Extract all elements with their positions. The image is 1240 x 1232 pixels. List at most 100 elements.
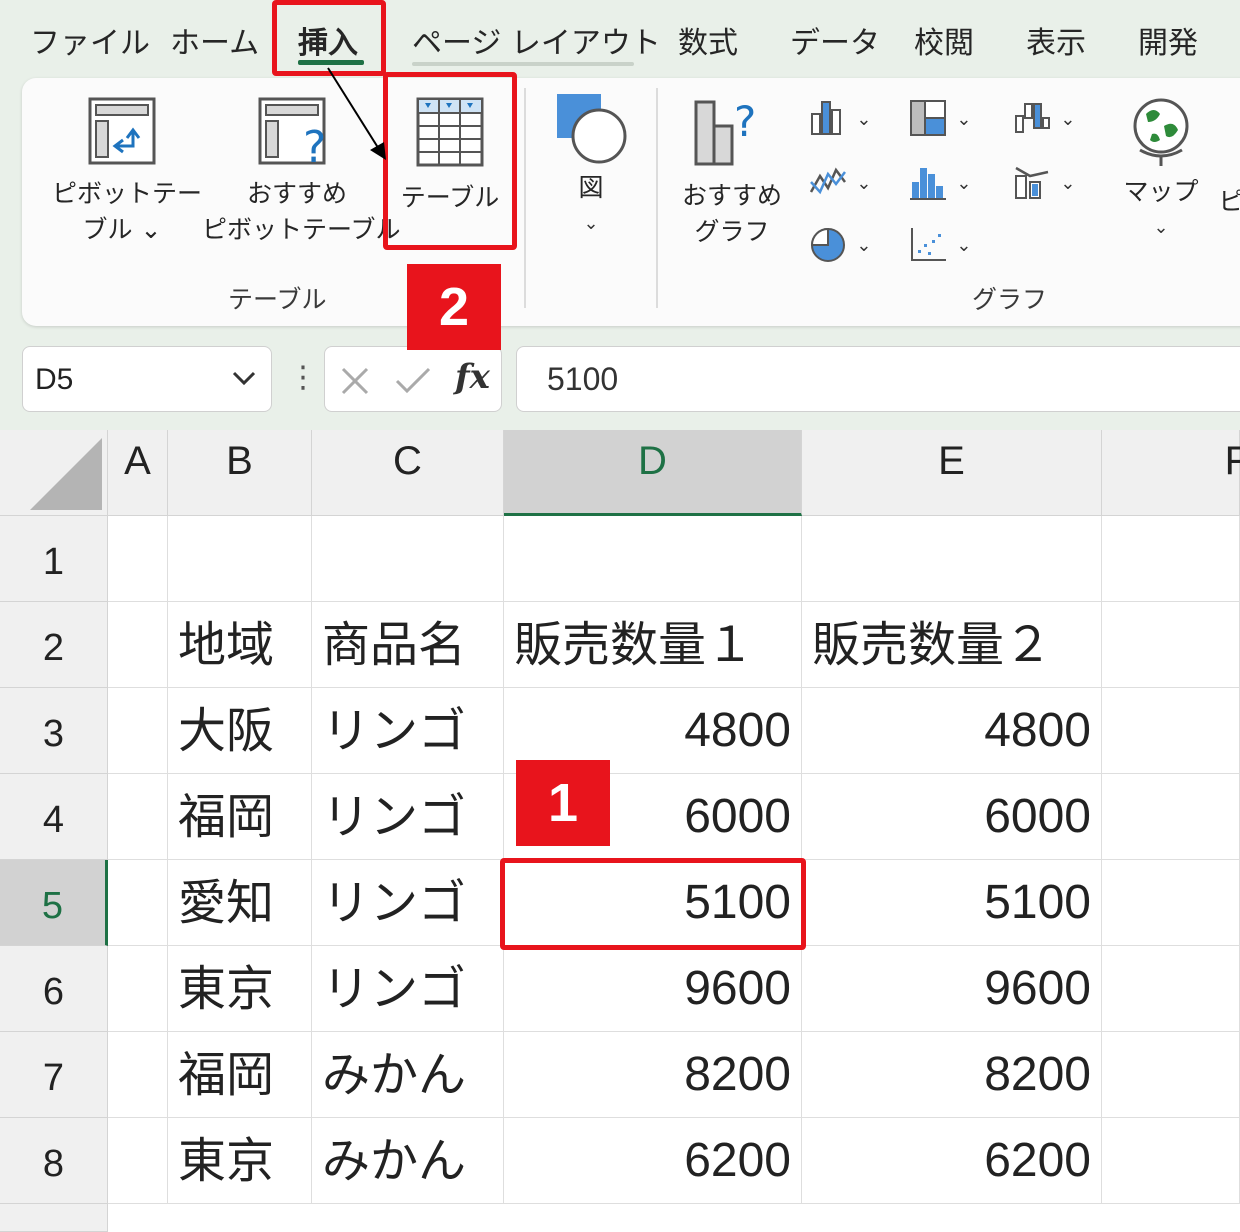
cell[interactable] xyxy=(108,602,168,688)
cell[interactable] xyxy=(108,516,168,602)
column-header-b[interactable]: B xyxy=(168,430,312,516)
tab-developer[interactable]: 開発 xyxy=(1138,18,1198,62)
scatter-chart-icon xyxy=(911,228,947,261)
cell-qty2[interactable]: 4800 xyxy=(802,688,1102,774)
tab-formulas[interactable]: 数式 xyxy=(678,18,738,62)
enter-check-icon[interactable] xyxy=(393,365,433,397)
cell-region[interactable]: 福岡 xyxy=(168,1032,312,1118)
tab-data[interactable]: データ xyxy=(790,18,880,62)
cell[interactable] xyxy=(1102,860,1240,946)
formula-controls: fx xyxy=(324,346,502,412)
formula-input[interactable]: 5100 xyxy=(516,346,1240,412)
cell[interactable] xyxy=(504,516,802,602)
column-header-a[interactable]: A xyxy=(108,430,168,516)
row-header-1[interactable]: 1 xyxy=(0,516,108,602)
cell-region[interactable]: 東京 xyxy=(168,946,312,1032)
combo-chart-button[interactable]: ⌄ xyxy=(1006,162,1082,202)
cell-qty2[interactable]: 6200 xyxy=(802,1118,1102,1204)
pivot-chart-button-cut[interactable]: ピ xyxy=(1216,184,1240,220)
cell-product[interactable]: リンゴ xyxy=(312,860,504,946)
row-header-5[interactable]: 5 xyxy=(0,860,108,946)
chevron-down-icon[interactable] xyxy=(229,363,259,393)
step-2-badge: 2 xyxy=(407,264,501,350)
hierarchy-chart-button[interactable]: ⌄ xyxy=(902,98,978,138)
insert-function-icon[interactable]: fx xyxy=(455,357,490,397)
pie-chart-button[interactable]: ⌄ xyxy=(802,224,878,264)
row-header-8[interactable]: 8 xyxy=(0,1118,108,1204)
pivot-table-label-line1: ピボットテー xyxy=(52,179,203,208)
cell[interactable] xyxy=(1102,946,1240,1032)
cell-region[interactable]: 愛知 xyxy=(168,860,312,946)
select-all-corner[interactable] xyxy=(0,430,108,516)
cell[interactable] xyxy=(108,1118,168,1204)
tab-view[interactable]: 表示 xyxy=(1026,18,1086,62)
cell[interactable] xyxy=(108,860,168,946)
cell[interactable] xyxy=(1102,602,1240,688)
chevron-down-icon: ⌄ xyxy=(1153,217,1169,238)
chevron-down-icon: ⌄ xyxy=(956,235,972,256)
row-header-2[interactable]: 2 xyxy=(0,602,108,688)
waterfall-chart-button[interactable]: ⌄ xyxy=(1006,98,1082,138)
cell[interactable] xyxy=(1102,688,1240,774)
cell-region[interactable]: 大阪 xyxy=(168,688,312,774)
cell[interactable] xyxy=(108,946,168,1032)
cancel-icon[interactable] xyxy=(339,365,371,397)
cell-qty2[interactable]: 9600 xyxy=(802,946,1102,1032)
cell-product[interactable]: みかん xyxy=(312,1118,504,1204)
scatter-chart-button[interactable]: ⌄ xyxy=(902,224,978,264)
cell[interactable] xyxy=(168,516,312,602)
column-chart-button[interactable]: ⌄ xyxy=(802,98,878,138)
cell-qty1[interactable]: 6200 xyxy=(504,1118,802,1204)
column-header-c[interactable]: C xyxy=(312,430,504,516)
cell-region[interactable]: 福岡 xyxy=(168,774,312,860)
cell[interactable] xyxy=(1102,1032,1240,1118)
tab-review[interactable]: 校閲 xyxy=(914,18,974,62)
name-box[interactable]: D5 xyxy=(22,346,272,412)
recommended-pivot-label-line2: ピボットテーブル xyxy=(202,215,401,244)
statistic-chart-button[interactable]: ⌄ xyxy=(902,162,978,202)
header-cell-product[interactable]: 商品名 xyxy=(312,602,504,688)
column-header-d[interactable]: D xyxy=(504,430,802,516)
cell-region[interactable]: 東京 xyxy=(168,1118,312,1204)
cell-product[interactable]: リンゴ xyxy=(312,688,504,774)
row-header-4[interactable]: 4 xyxy=(0,774,108,860)
shapes-button[interactable]: 図 ⌄ xyxy=(550,90,632,242)
cell[interactable] xyxy=(108,1032,168,1118)
line-chart-button[interactable]: ⌄ xyxy=(802,162,878,202)
row-header-9[interactable] xyxy=(0,1204,108,1232)
cell[interactable] xyxy=(1102,516,1240,602)
cell-qty1[interactable]: 9600 xyxy=(504,946,802,1032)
pivot-table-icon xyxy=(88,97,156,165)
header-cell-region[interactable]: 地域 xyxy=(168,602,312,688)
recommended-pivot-label-line1: おすすめ xyxy=(246,179,347,208)
cell[interactable] xyxy=(312,516,504,602)
column-header-f-label: F xyxy=(1224,439,1240,483)
cell-qty2[interactable]: 6000 xyxy=(802,774,1102,860)
cell-qty2[interactable]: 5100 xyxy=(802,860,1102,946)
cell[interactable] xyxy=(1102,1118,1240,1204)
cell[interactable] xyxy=(1102,774,1240,860)
cell[interactable] xyxy=(108,688,168,774)
row-header-6[interactable]: 6 xyxy=(0,946,108,1032)
more-options-icon[interactable]: ⋮ xyxy=(288,360,318,395)
cell-product[interactable]: リンゴ xyxy=(312,774,504,860)
row-header-3[interactable]: 3 xyxy=(0,688,108,774)
tab-page-layout[interactable]: ページ レイアウト xyxy=(412,18,661,62)
cell[interactable] xyxy=(802,516,1102,602)
pivot-table-button[interactable]: ピボットテー ブル ⌄ xyxy=(52,96,203,248)
cell-product[interactable]: リンゴ xyxy=(312,946,504,1032)
column-header-f[interactable]: F xyxy=(1102,430,1240,516)
map-button[interactable]: マップ ⌄ xyxy=(1116,96,1206,246)
cell-qty1[interactable]: 8200 xyxy=(504,1032,802,1118)
row-header-7[interactable]: 7 xyxy=(0,1032,108,1118)
header-cell-qty1[interactable]: 販売数量１ xyxy=(504,602,802,688)
cell[interactable] xyxy=(108,774,168,860)
tab-home[interactable]: ホーム xyxy=(170,18,259,62)
column-header-e[interactable]: E xyxy=(802,430,1102,516)
cell-qty2[interactable]: 8200 xyxy=(802,1032,1102,1118)
tab-file[interactable]: ファイル xyxy=(30,18,150,62)
cell-product[interactable]: みかん xyxy=(312,1032,504,1118)
header-cell-qty2[interactable]: 販売数量２ xyxy=(802,602,1102,688)
recommended-charts-button[interactable]: ? おすすめ グラフ xyxy=(674,96,790,250)
group-separator xyxy=(656,88,658,308)
